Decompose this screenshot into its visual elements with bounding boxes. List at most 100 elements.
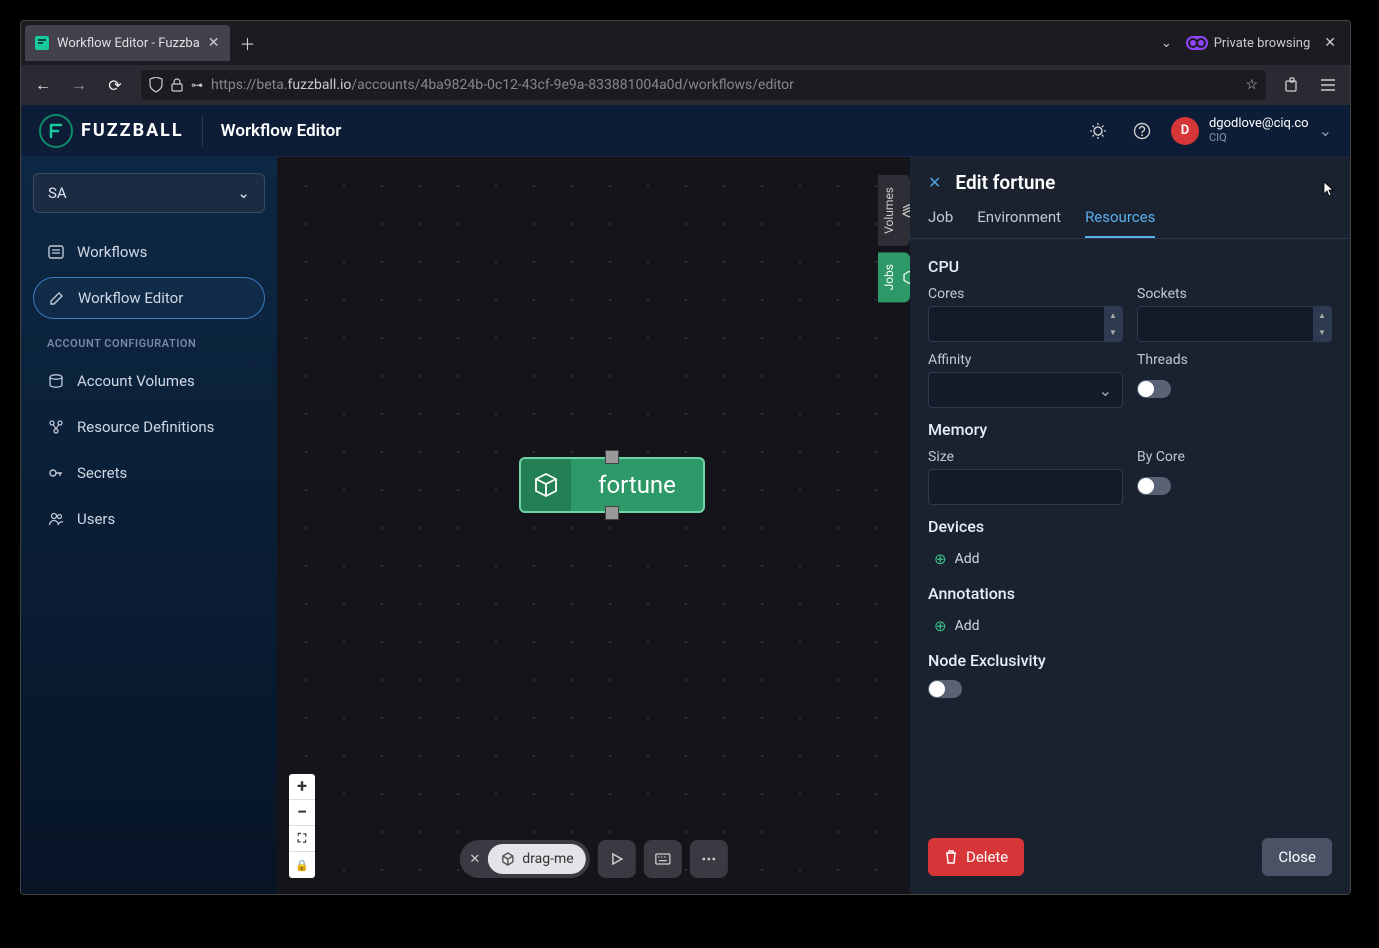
favicon-icon <box>35 36 49 50</box>
close-icon[interactable]: ✕ <box>469 852 480 867</box>
toggle-threads[interactable] <box>1137 380 1171 398</box>
tab-job[interactable]: Job <box>928 208 953 238</box>
edit-panel: ✕ Edit fortune Job Environment Resources… <box>910 157 1350 894</box>
app-header: FUZZBALL Workflow Editor D dgodlove@ciq.… <box>21 105 1350 157</box>
spin-down-icon[interactable]: ▼ <box>1104 324 1122 341</box>
private-browsing-indicator: Private browsing <box>1186 36 1311 51</box>
zoom-lock-button[interactable]: 🔒 <box>289 852 315 878</box>
delete-button[interactable]: Delete <box>928 838 1024 876</box>
node-handle-top[interactable] <box>605 450 619 464</box>
browser-window: Workflow Editor - Fuzzba ✕ ＋ ⌄ Private b… <box>20 20 1351 895</box>
input-cores[interactable]: ▲▼ <box>928 306 1123 342</box>
org-selector[interactable]: SA ⌄ <box>33 173 265 213</box>
logo-badge-icon <box>39 114 73 148</box>
sidebar-section-header: ACCOUNT CONFIGURATION <box>33 323 265 356</box>
side-tab-volumes[interactable]: Volumes <box>878 175 910 246</box>
side-tab-label: Jobs <box>882 264 896 290</box>
zoom-fit-button[interactable]: ⛶ <box>289 826 315 852</box>
close-window-icon[interactable]: ✕ <box>1324 35 1336 51</box>
panel-body: CPU Cores ▲▼ Sockets ▲▼ Affinity <box>910 239 1350 824</box>
mask-icon <box>1186 36 1208 50</box>
new-tab-button[interactable]: ＋ <box>234 29 262 57</box>
label-affinity: Affinity <box>928 352 1123 368</box>
play-button[interactable] <box>598 840 636 878</box>
avatar: D <box>1171 117 1199 145</box>
toggle-bycore[interactable] <box>1137 477 1171 495</box>
help-icon[interactable] <box>1127 116 1157 146</box>
url-bar[interactable]: ⊶ https://beta.fuzzball.io/accounts/4ba9… <box>141 70 1266 100</box>
zoom-controls: + − ⛶ 🔒 <box>289 774 315 878</box>
back-button[interactable]: ← <box>27 69 59 101</box>
chevron-down-icon: ⌄ <box>1319 121 1332 140</box>
tab-environment[interactable]: Environment <box>977 208 1061 238</box>
sidebar-item-account-volumes[interactable]: Account Volumes <box>33 360 265 402</box>
sidebar-item-workflows[interactable]: Workflows <box>33 231 265 273</box>
sidebar-item-workflow-editor[interactable]: Workflow Editor <box>33 277 265 319</box>
canvas-grid <box>277 157 910 894</box>
label-bycore: By Core <box>1137 449 1332 465</box>
sidebar-item-resource-definitions[interactable]: Resource Definitions <box>33 406 265 448</box>
delete-label: Delete <box>966 848 1008 866</box>
zoom-out-button[interactable]: − <box>289 800 315 826</box>
spin-down-icon[interactable]: ▼ <box>1313 324 1331 341</box>
database-icon <box>47 372 65 390</box>
section-devices: Devices <box>928 517 1332 536</box>
zoom-in-button[interactable]: + <box>289 774 315 800</box>
sidebar-item-label: Account Volumes <box>77 372 195 390</box>
close-tab-icon[interactable]: ✕ <box>208 35 220 51</box>
label-sockets: Sockets <box>1137 286 1332 302</box>
canvas-bottom-bar: ✕ drag-me <box>459 840 727 878</box>
side-tab-jobs[interactable]: Jobs <box>878 252 910 302</box>
panel-close-icon[interactable]: ✕ <box>928 173 941 192</box>
reload-button[interactable]: ⟳ <box>99 69 131 101</box>
bookmark-icon[interactable]: ☆ <box>1245 77 1258 93</box>
input-size[interactable] <box>928 469 1123 505</box>
tabs-chevron-icon[interactable]: ⌄ <box>1161 36 1172 51</box>
label-size: Size <box>928 449 1123 465</box>
close-button[interactable]: Close <box>1262 838 1332 876</box>
sidebar-item-secrets[interactable]: Secrets <box>33 452 265 494</box>
canvas[interactable]: fortune Volumes Jobs <box>277 157 910 894</box>
key-icon <box>47 464 65 482</box>
permissions-icon[interactable]: ⊶ <box>191 78 203 92</box>
workflow-node-fortune[interactable]: fortune <box>519 457 705 513</box>
spin-up-icon[interactable]: ▲ <box>1313 307 1331 324</box>
user-org: CIQ <box>1209 132 1309 144</box>
theme-toggle-icon[interactable] <box>1083 116 1113 146</box>
keyboard-button[interactable] <box>644 840 682 878</box>
panel-footer: Delete Close <box>910 824 1350 894</box>
sidebar-item-label: Users <box>77 510 115 528</box>
edit-icon <box>48 289 66 307</box>
node-label: fortune <box>571 471 703 499</box>
sidebar: SA ⌄ Workflows Workflow Editor ACCOUNT C… <box>21 157 277 894</box>
drag-chip[interactable]: drag-me <box>488 844 585 874</box>
toggle-node-exclusivity[interactable] <box>928 680 962 698</box>
cube-icon <box>902 270 910 284</box>
lock-icon[interactable] <box>171 78 183 92</box>
sidebar-item-users[interactable]: Users <box>33 498 265 540</box>
shield-icon[interactable] <box>149 77 163 93</box>
list-icon <box>47 243 65 261</box>
user-menu[interactable]: D dgodlove@ciq.co CIQ ⌄ <box>1171 117 1332 145</box>
label-threads: Threads <box>1137 352 1332 368</box>
close-label: Close <box>1278 848 1316 866</box>
input-sockets[interactable]: ▲▼ <box>1137 306 1332 342</box>
add-annotation-button[interactable]: ⊕ Add <box>928 613 1332 639</box>
sidebar-item-label: Workflows <box>77 243 147 261</box>
extensions-icon[interactable] <box>1276 69 1308 101</box>
menu-icon[interactable] <box>1312 69 1344 101</box>
app: FUZZBALL Workflow Editor D dgodlove@ciq.… <box>21 105 1350 894</box>
panel-tabs: Job Environment Resources <box>910 194 1350 239</box>
more-button[interactable] <box>690 840 728 878</box>
section-annotations: Annotations <box>928 584 1332 603</box>
node-handle-bottom[interactable] <box>605 506 619 520</box>
select-affinity[interactable]: ⌄ <box>928 372 1123 408</box>
spin-up-icon[interactable]: ▲ <box>1104 307 1122 324</box>
add-device-button[interactable]: ⊕ Add <box>928 546 1332 572</box>
browser-tab[interactable]: Workflow Editor - Fuzzba ✕ <box>25 25 230 61</box>
tab-resources[interactable]: Resources <box>1085 208 1155 238</box>
logo[interactable]: FUZZBALL <box>39 114 184 148</box>
add-label: Add <box>955 618 980 634</box>
drag-label: drag-me <box>522 851 573 867</box>
chevron-down-icon: ⌄ <box>237 184 250 202</box>
